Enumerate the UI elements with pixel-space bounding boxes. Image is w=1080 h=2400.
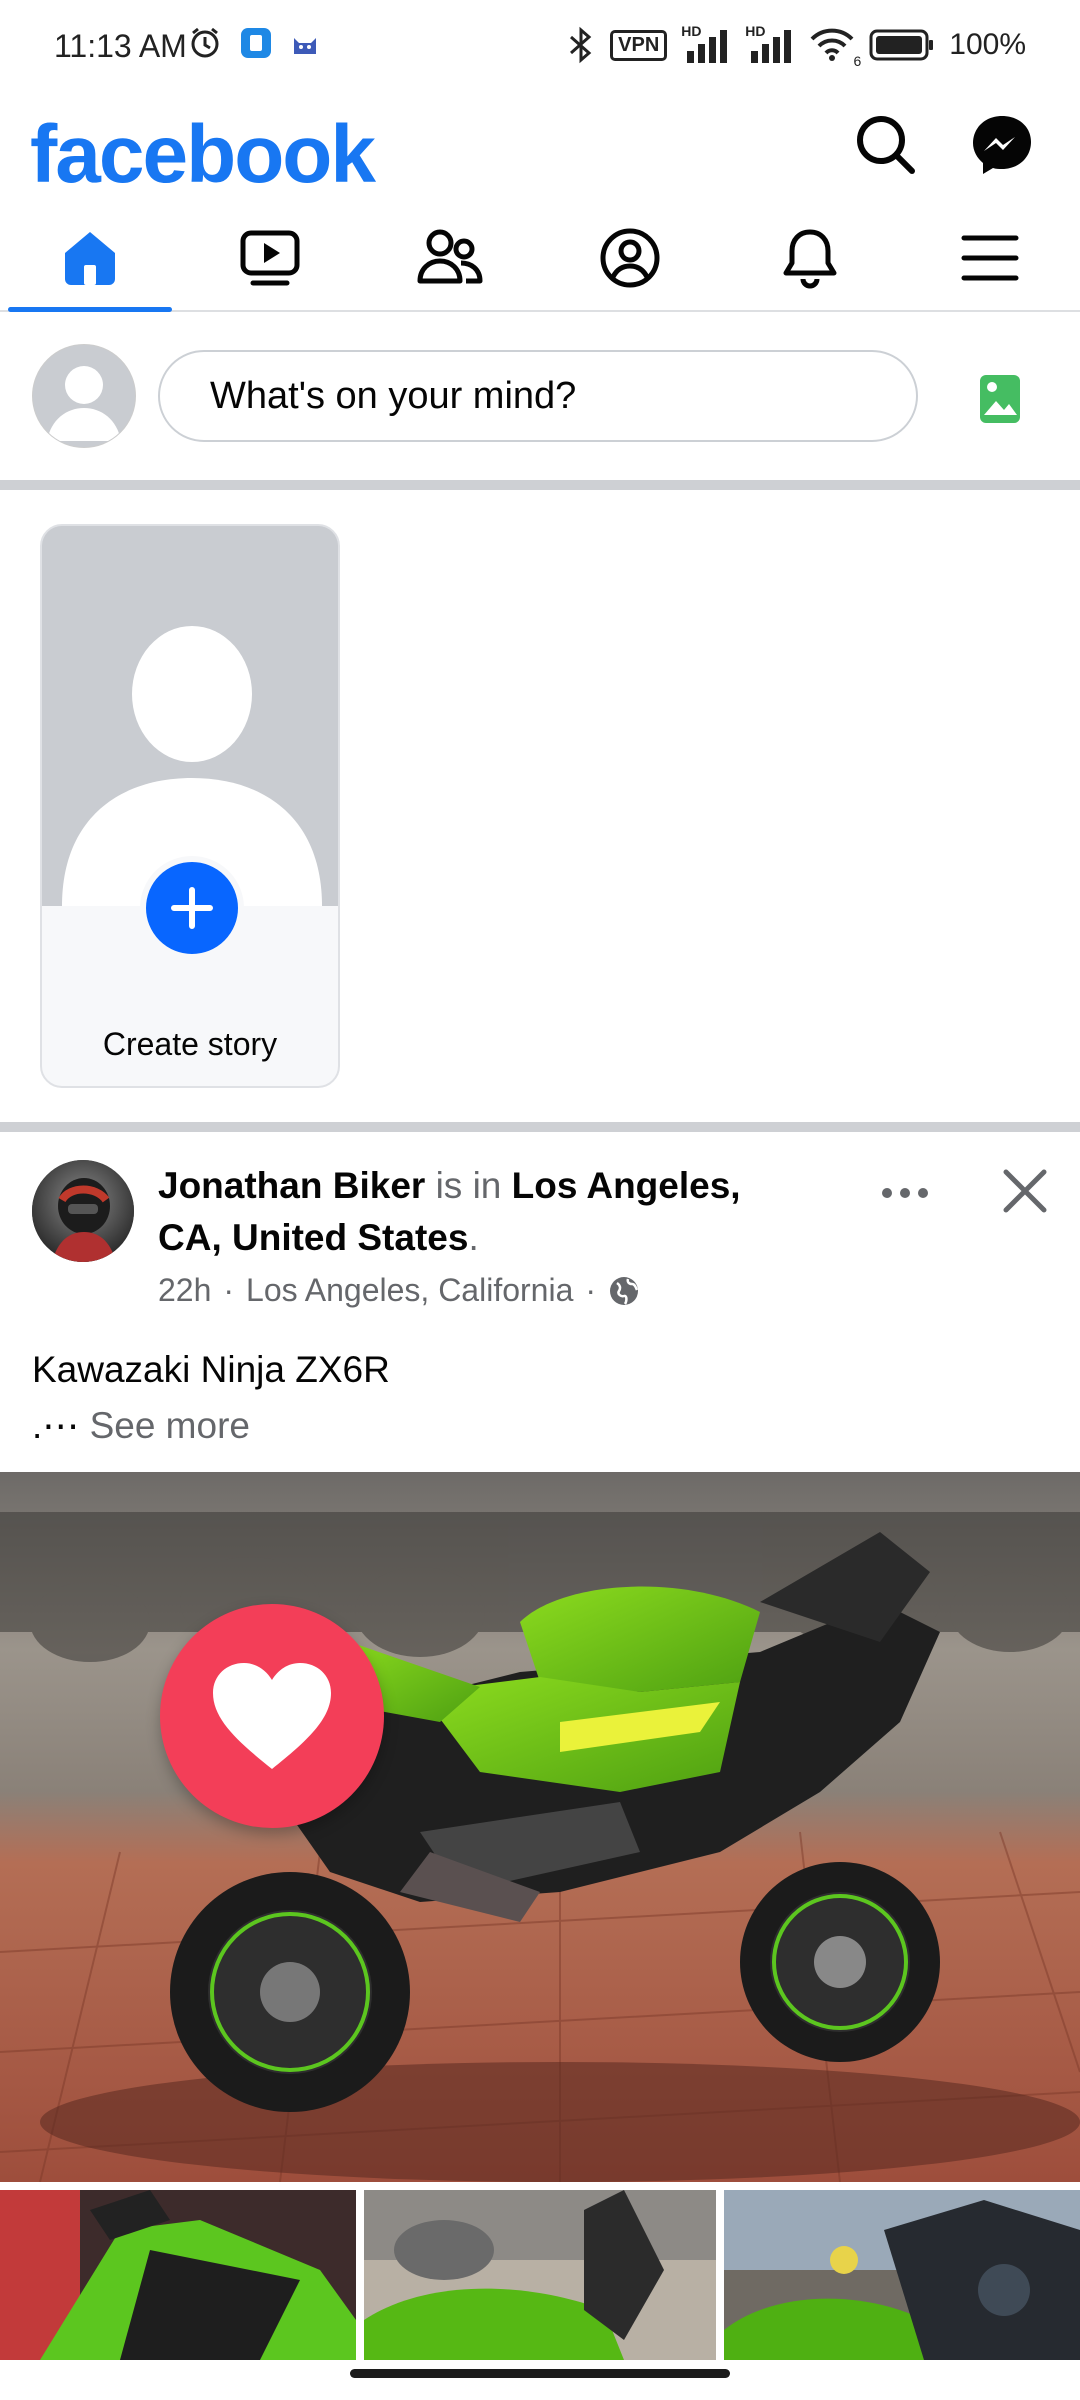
hide-post-button[interactable] <box>990 1156 1060 1226</box>
globe-icon <box>610 1276 639 1305</box>
app-header: facebook <box>0 95 1080 215</box>
is-in-text: is in <box>425 1165 512 1206</box>
thumbnail-photo[interactable] <box>0 2190 356 2360</box>
alarm-icon <box>191 27 219 58</box>
meta-separator: · <box>585 1272 597 1308</box>
messenger-icon <box>973 116 1031 174</box>
love-reaction-icon <box>160 1604 384 1828</box>
see-more-link[interactable]: See more <box>90 1405 250 1446</box>
thumbnail-image <box>724 2190 1080 2360</box>
more-options-button[interactable] <box>870 1168 940 1218</box>
whats-on-your-mind-input[interactable]: What's on your mind? <box>158 350 918 442</box>
title-period: . <box>468 1217 479 1258</box>
create-story-button[interactable] <box>140 856 244 960</box>
author-avatar[interactable] <box>32 1160 134 1262</box>
home-icon <box>65 231 115 285</box>
default-avatar-icon <box>33 345 135 447</box>
tab-video[interactable] <box>180 205 360 310</box>
post-caption: Kawazaki Ninja ZX6R <box>32 1349 390 1390</box>
create-story-card[interactable]: Create story <box>40 524 340 1088</box>
post-time[interactable]: 22h <box>158 1272 211 1309</box>
status-left-icons <box>188 26 320 60</box>
thumbnail-photo[interactable] <box>724 2190 1080 2360</box>
avatar[interactable] <box>32 344 136 448</box>
post-header-text: Jonathan Biker is in Los Angeles, CA, Un… <box>158 1160 798 1264</box>
app-notification-icon <box>241 28 271 58</box>
status-bar: 11:13 AM VPN HD HD 6 100% <box>0 0 1080 95</box>
battery-percent: 100% <box>949 28 1026 61</box>
friends-icon <box>417 229 483 283</box>
author-name[interactable]: Jonathan Biker <box>158 1165 425 1206</box>
hd-label-2: HD <box>745 23 766 39</box>
default-avatar-icon <box>42 526 338 906</box>
post-meta: 22h · Los Angeles, California · <box>158 1272 640 1309</box>
cat-icon <box>294 38 316 54</box>
vpn-badge: VPN <box>610 29 668 61</box>
status-right-icons: VPN HD HD 6 100% <box>566 23 1026 69</box>
feed-post: Jonathan Biker is in Los Angeles, CA, Un… <box>0 1132 1080 2400</box>
gesture-home-bar[interactable] <box>350 2369 730 2378</box>
see-more-row[interactable]: .⋯ See more <box>32 1398 390 1454</box>
photo-icon <box>980 375 1020 423</box>
tab-notifications[interactable] <box>720 205 900 310</box>
section-divider <box>0 480 1080 490</box>
video-icon <box>240 230 300 285</box>
photo-button[interactable] <box>960 364 1040 434</box>
main-tabs <box>0 205 1080 312</box>
status-time: 11:13 AM <box>54 28 187 64</box>
more-icon <box>882 1188 928 1198</box>
motorcycle-photo <box>0 1472 1080 2182</box>
close-icon <box>1003 1169 1047 1213</box>
bell-icon <box>783 229 837 288</box>
post-place[interactable]: Los Angeles, California <box>246 1272 573 1309</box>
facebook-logo[interactable]: facebook <box>30 95 376 215</box>
battery-icon <box>869 29 934 61</box>
search-button[interactable] <box>846 105 926 185</box>
thumbnail-photo[interactable] <box>364 2190 716 2360</box>
thumbnail-image <box>364 2190 716 2360</box>
wifi: 6 <box>809 27 861 69</box>
signal-2: HD <box>745 23 795 63</box>
thumbnail-image <box>0 2190 356 2360</box>
create-story-label: Create story <box>102 1026 278 1062</box>
section-divider <box>0 1122 1080 1132</box>
post-main-photo[interactable] <box>0 1472 1080 2182</box>
signal-1: HD <box>681 23 731 63</box>
wifi-icon <box>810 28 854 61</box>
ellipsis: .⋯ <box>32 1405 80 1446</box>
wifi-sub-label: 6 <box>853 53 862 69</box>
photo-thumbnails <box>0 2190 1080 2360</box>
stories-section: Create story <box>0 492 1080 1122</box>
tab-menu[interactable] <box>900 205 1080 310</box>
menu-icon <box>961 235 1019 280</box>
tab-friends[interactable] <box>360 205 540 310</box>
post-body: Kawazaki Ninja ZX6R .⋯ See more <box>32 1342 390 1454</box>
plus-icon <box>171 887 213 929</box>
author-avatar-image <box>32 1160 134 1262</box>
hd-label-1: HD <box>681 23 702 39</box>
bluetooth-icon <box>570 26 592 64</box>
post-composer: What's on your mind? <box>0 312 1080 480</box>
tab-profile[interactable] <box>540 205 720 310</box>
meta-separator: · <box>223 1272 235 1308</box>
story-profile-image <box>42 526 338 906</box>
tab-home[interactable] <box>0 205 180 312</box>
profile-icon <box>600 228 660 287</box>
messenger-button[interactable] <box>962 105 1042 185</box>
search-icon <box>857 116 915 174</box>
